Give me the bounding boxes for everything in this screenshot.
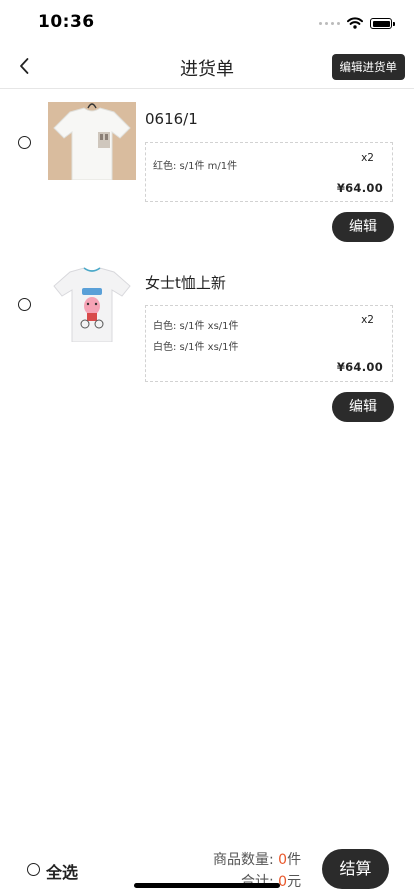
product-image[interactable] (48, 264, 136, 342)
edit-item-button[interactable]: 编辑 (332, 212, 394, 242)
status-time: 10:36 (38, 12, 95, 32)
item-select-radio[interactable] (18, 136, 31, 149)
total-amount: 合计: 0元 (241, 871, 301, 891)
edit-item-button[interactable]: 编辑 (332, 392, 394, 422)
item-spec-box: 红色: s/1件 m/1件 x2 ¥64.00 (145, 142, 393, 202)
checkout-button[interactable]: 结算 (322, 849, 389, 889)
item-price: ¥64.00 (336, 360, 383, 374)
item-name: 0616/1 (145, 110, 198, 128)
battery-icon (370, 18, 395, 29)
total-unit: 元 (287, 874, 302, 890)
total-value: 0 (278, 874, 288, 890)
item-quantity: x2 (361, 152, 374, 164)
item-name: 女士t恤上新 (145, 274, 226, 292)
product-image[interactable] (48, 102, 136, 180)
wifi-icon (347, 14, 363, 33)
item-count: 商品数量: 0件 (213, 849, 301, 869)
item-spec-line: 红色: s/1件 m/1件 (153, 161, 238, 172)
home-indicator (134, 883, 280, 888)
item-spec-line: 白色: s/1件 xs/1件 (153, 321, 239, 332)
item-count-value: 0 (278, 852, 288, 868)
item-select-radio[interactable] (18, 298, 31, 311)
status-icons (319, 14, 395, 33)
nav-bar: 进货单 编辑进货单 (0, 44, 414, 89)
item-spec-box: 白色: s/1件 xs/1件 白色: s/1件 xs/1件 x2 ¥64.00 (145, 305, 393, 382)
cellular-signal-icon (319, 22, 340, 25)
status-bar: 10:36 (0, 0, 414, 44)
item-spec-line: 白色: s/1件 xs/1件 (153, 342, 239, 353)
edit-purchase-list-button[interactable]: 编辑进货单 (331, 54, 405, 80)
item-count-unit: 件 (287, 852, 302, 868)
select-all-radio[interactable] (27, 863, 40, 876)
cart-item: 0616/1 红色: s/1件 m/1件 x2 ¥64.00 编辑 (0, 100, 414, 245)
item-quantity: x2 (361, 314, 374, 326)
item-count-label: 商品数量: (213, 852, 274, 868)
select-all-label[interactable]: 全选 (46, 859, 78, 883)
item-price: ¥64.00 (336, 181, 383, 195)
cart-item: 女士t恤上新 白色: s/1件 xs/1件 白色: s/1件 xs/1件 x2 … (0, 262, 414, 427)
